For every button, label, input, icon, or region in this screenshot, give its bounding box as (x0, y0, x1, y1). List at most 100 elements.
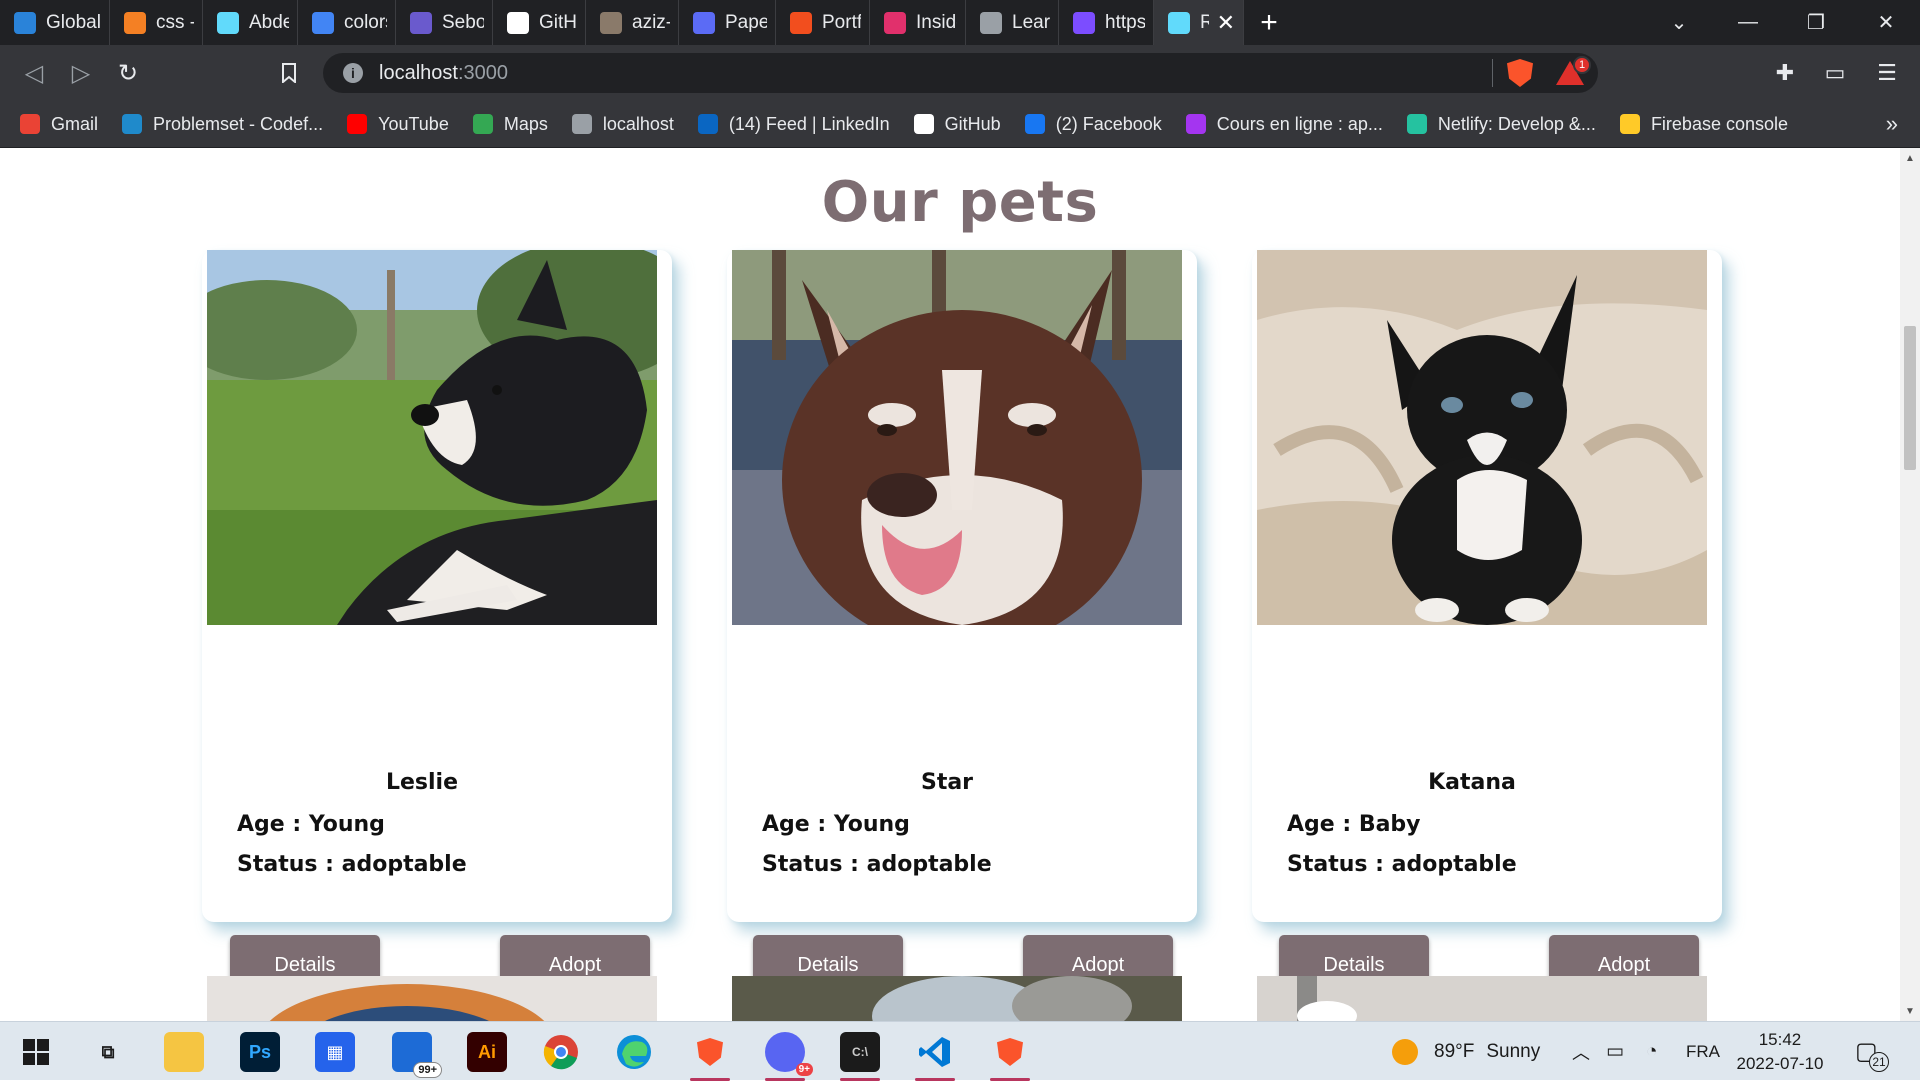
wallet-icon[interactable]: ▭ (1820, 58, 1850, 88)
scroll-up-arrow[interactable]: ▲ (1900, 148, 1920, 168)
brave-taskbar-icon-2[interactable] (990, 1032, 1030, 1081)
edge-icon[interactable] (614, 1032, 654, 1072)
back-button[interactable]: ◁ (10, 49, 58, 97)
pet-card-katana: Katana Age : Baby Status : adoptable Det… (1252, 250, 1722, 995)
address-bar[interactable]: i localhost:3000 (323, 53, 1598, 93)
pet-status: Status : adoptable (237, 852, 467, 877)
bookmark-label: Firebase console (1650, 113, 1789, 134)
bookmark-item[interactable]: Netlify: Develop &... (1406, 113, 1596, 135)
bookmark-label: YouTube (378, 113, 449, 134)
browser-tab[interactable]: css - Re (110, 0, 203, 45)
paperpillar-icon (693, 11, 715, 34)
task-view-icon[interactable]: ⧉ (88, 1032, 128, 1072)
globe-icon (571, 114, 592, 134)
tab-title: https:// (1105, 11, 1145, 33)
tab-title: Sebo St (442, 11, 484, 33)
language-indicator[interactable]: FRA (1686, 1022, 1720, 1081)
brave-taskbar-icon[interactable] (690, 1032, 730, 1081)
bookmark-label: localhost (602, 113, 674, 134)
battery-icon[interactable]: ▭ (1606, 1022, 1624, 1081)
bookmark-label: (14) Feed | LinkedIn (728, 113, 890, 134)
start-windows-icon[interactable] (16, 1032, 56, 1072)
bookmarks-bar: Gmail Problemset - Codef... YouTube Maps loc… (0, 101, 1920, 148)
tab-strip: Global c css - Re Abdelra colorspi Sebo St Gi… (0, 0, 1920, 45)
browser-tab[interactable]: Sebo St (396, 0, 493, 45)
bookmark-item[interactable]: Maps (472, 113, 548, 135)
bookmark-label: Netlify: Develop &... (1437, 113, 1596, 134)
bookmark-item[interactable]: Gmail (20, 114, 98, 135)
terminal-icon[interactable]: C:\ (840, 1032, 880, 1081)
pet-age: Age : Young (237, 812, 385, 837)
extensions-icon[interactable]: ✚ (1770, 58, 1800, 88)
bookmark-item[interactable]: Cours en ligne : ap... (1185, 113, 1383, 135)
site-info-icon[interactable]: i (343, 63, 363, 83)
bookmark-item[interactable]: Problemset - Codef... (122, 114, 323, 135)
pet-photo-next-3 (1257, 976, 1707, 1021)
bookmark-item[interactable]: localhost (571, 113, 674, 135)
discord-icon[interactable]: 9+ (765, 1032, 813, 1081)
reload-button[interactable]: ↻ (104, 49, 152, 97)
bookmark-item[interactable]: Firebase console (1619, 113, 1789, 135)
close-window-button[interactable]: ✕ (1852, 0, 1920, 45)
menu-icon[interactable]: ☰ (1872, 58, 1902, 88)
weather-widget[interactable]: 89°F Sunny (1392, 1022, 1540, 1081)
browser-tab[interactable]: https:// (1059, 0, 1154, 45)
bookmark-label: Maps (503, 113, 548, 134)
bookmark-list: Gmail Problemset - Codef... YouTube Maps loc… (20, 114, 1812, 135)
bookmark-label: Cours en ligne : ap... (1216, 113, 1383, 134)
bookmark-item[interactable]: (14) Feed | LinkedIn (697, 113, 890, 135)
mail-icon[interactable]: 99+ (392, 1032, 442, 1078)
illustrator-icon[interactable]: Ai (467, 1032, 507, 1072)
restore-button[interactable]: ❐ (1782, 0, 1850, 45)
forward-button[interactable]: ▷ (57, 49, 105, 97)
brave-shields-icon[interactable] (1505, 58, 1535, 88)
chrome-icon[interactable] (541, 1032, 581, 1072)
photoshop-icon[interactable]: Ps (240, 1032, 280, 1072)
tray-chevron-icon[interactable]: ︿ (1572, 1022, 1590, 1081)
x-logo-icon (980, 11, 1002, 34)
tab-title: Global c (46, 11, 101, 33)
pet-age: Age : Baby (1287, 812, 1421, 837)
pet-name: Star (920, 770, 974, 795)
browser-tab[interactable]: Paperpi (679, 0, 776, 45)
tab-search-icon[interactable]: ⌄ (1645, 0, 1713, 45)
brave-rewards-icon[interactable]: 1 (1555, 56, 1591, 88)
browser-tab[interactable]: Portfolic (776, 0, 870, 45)
browser-tab[interactable]: aziz-rba (586, 0, 679, 45)
tab-title: Portfolic (822, 11, 861, 33)
discord-badge: 9+ (795, 1063, 813, 1076)
file-explorer-icon[interactable] (164, 1032, 204, 1072)
scroll-down-arrow[interactable]: ▼ (1900, 1001, 1920, 1021)
bookmark-item[interactable]: YouTube (347, 114, 449, 135)
close-tab-icon[interactable]: ✕ (1217, 10, 1235, 36)
vscode-icon[interactable] (915, 1032, 955, 1081)
more-bookmarks-icon[interactable]: » (1886, 111, 1898, 137)
codeforces-icon (122, 114, 143, 134)
weather-text: Sunny (1486, 1040, 1541, 1062)
notification-center-icon[interactable]: ▢ 21 (1855, 1022, 1889, 1081)
clock[interactable]: 15:42 2022-07-10 (1725, 1028, 1835, 1076)
browser-tab[interactable]: Global c (0, 0, 110, 45)
clock-date: 2022-07-10 (1736, 1054, 1824, 1073)
tab-title: Inside C (916, 11, 957, 33)
browser-tab[interactable]: colorspi (298, 0, 396, 45)
browser-tab[interactable]: GitHub (493, 0, 586, 45)
browser-tab[interactable]: Rea ✕ (1154, 0, 1244, 45)
wifi-icon[interactable]: ◔ (1646, 1022, 1657, 1081)
bookmark-item[interactable]: (2) Facebook (1024, 114, 1162, 135)
pet-name: Katana (1428, 770, 1516, 795)
bookmark-item[interactable]: GitHub (913, 114, 1001, 135)
pet-photo-next-2 (732, 976, 1182, 1021)
page-scrollbar[interactable]: ▲ ▼ (1900, 148, 1920, 1021)
scroll-thumb[interactable] (1904, 326, 1916, 470)
bookmark-label: Gmail (51, 113, 99, 134)
bookmark-icon[interactable] (265, 49, 313, 97)
minimize-button[interactable]: — (1714, 0, 1782, 45)
browser-tab[interactable]: Inside C (870, 0, 966, 45)
microsoft-store-icon[interactable]: ▦ (315, 1032, 355, 1072)
pet-card-star: Star Age : Young Status : adoptable Deta… (727, 250, 1197, 995)
browser-tab[interactable]: Abdelra (203, 0, 298, 45)
browser-tab[interactable]: Learn U (966, 0, 1059, 45)
tab-title: css - Re (156, 11, 194, 33)
new-tab-button[interactable]: + (1244, 0, 1294, 45)
